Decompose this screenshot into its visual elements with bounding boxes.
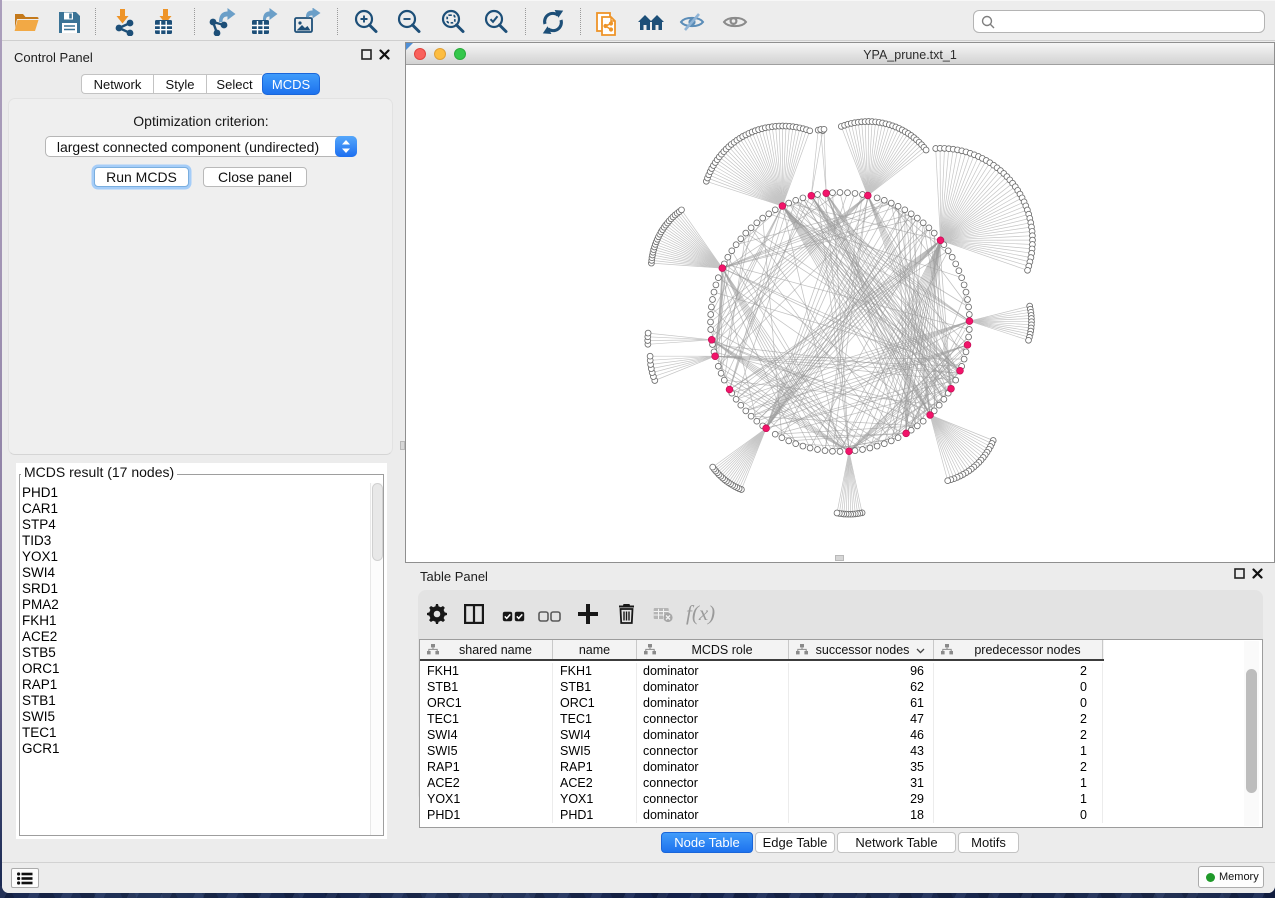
svg-text:f(x): f(x) [686,601,715,625]
